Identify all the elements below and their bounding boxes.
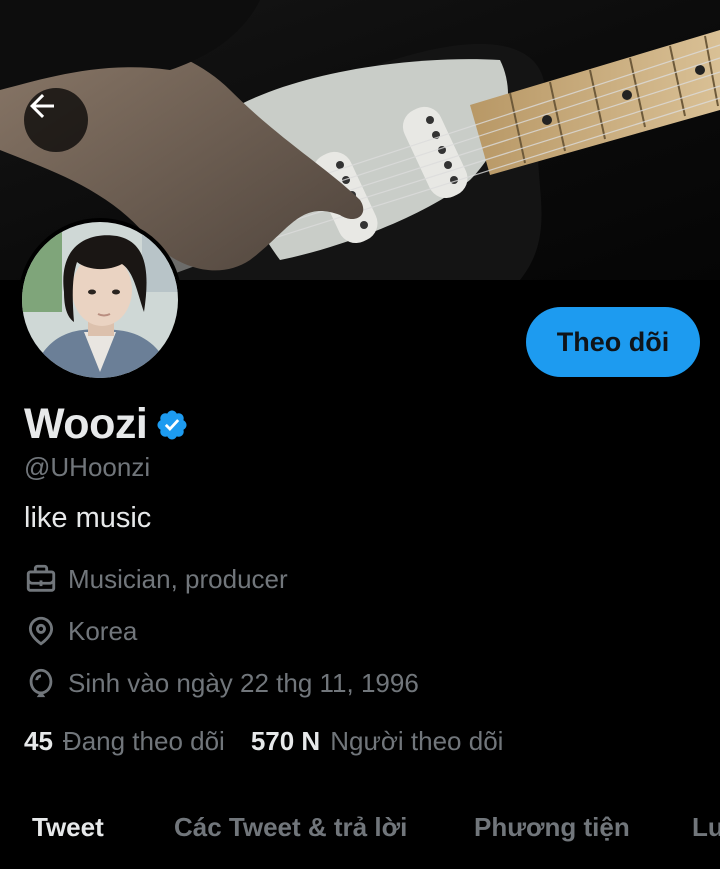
followers-link[interactable]: 570 N Người theo dõi — [251, 726, 504, 757]
followers-label: Người theo dõi — [330, 726, 504, 756]
profile-handle: @UHoonzi — [24, 452, 151, 482]
following-count: 45 — [24, 726, 53, 756]
arrow-left-icon — [30, 94, 54, 118]
tab-tweets[interactable]: Tweet — [32, 812, 104, 843]
profile-name-row: Woozi — [24, 400, 189, 449]
back-button[interactable] — [24, 88, 88, 152]
profile-job: Musician, producer — [24, 562, 288, 596]
profile-location: Korea — [24, 614, 137, 648]
balloon-icon — [29, 668, 53, 698]
tab-media[interactable]: Phương tiện — [474, 812, 630, 843]
briefcase-icon — [26, 564, 56, 592]
tab-likes[interactable]: Lượt thích — [692, 812, 720, 843]
job-label: Musician, producer — [68, 563, 288, 594]
following-label: Đang theo dõi — [62, 726, 225, 756]
verified-badge-icon[interactable] — [155, 408, 189, 442]
following-link[interactable]: 45 Đang theo dõi — [24, 726, 225, 757]
tab-tweets-and-replies[interactable]: Các Tweet & trả lời — [174, 812, 407, 843]
display-name: Woozi — [24, 400, 148, 448]
profile-tabs: Tweet Các Tweet & trả lời Phương tiện Lư… — [0, 796, 720, 869]
avatar[interactable] — [18, 218, 182, 382]
follow-button[interactable]: Theo dõi — [526, 307, 700, 377]
birthday-label: Sinh vào ngày 22 thg 11, 1996 — [68, 667, 419, 698]
location-label: Korea — [68, 615, 138, 646]
profile-bio: like music — [24, 502, 152, 534]
follow-stats: 45 Đang theo dõi 570 N Người theo dõi — [24, 726, 503, 757]
profile-birthday: Sinh vào ngày 22 thg 11, 1996 — [24, 666, 419, 700]
location-pin-icon — [28, 616, 54, 646]
followers-count: 570 N — [250, 726, 321, 756]
avatar-photo — [22, 222, 178, 378]
